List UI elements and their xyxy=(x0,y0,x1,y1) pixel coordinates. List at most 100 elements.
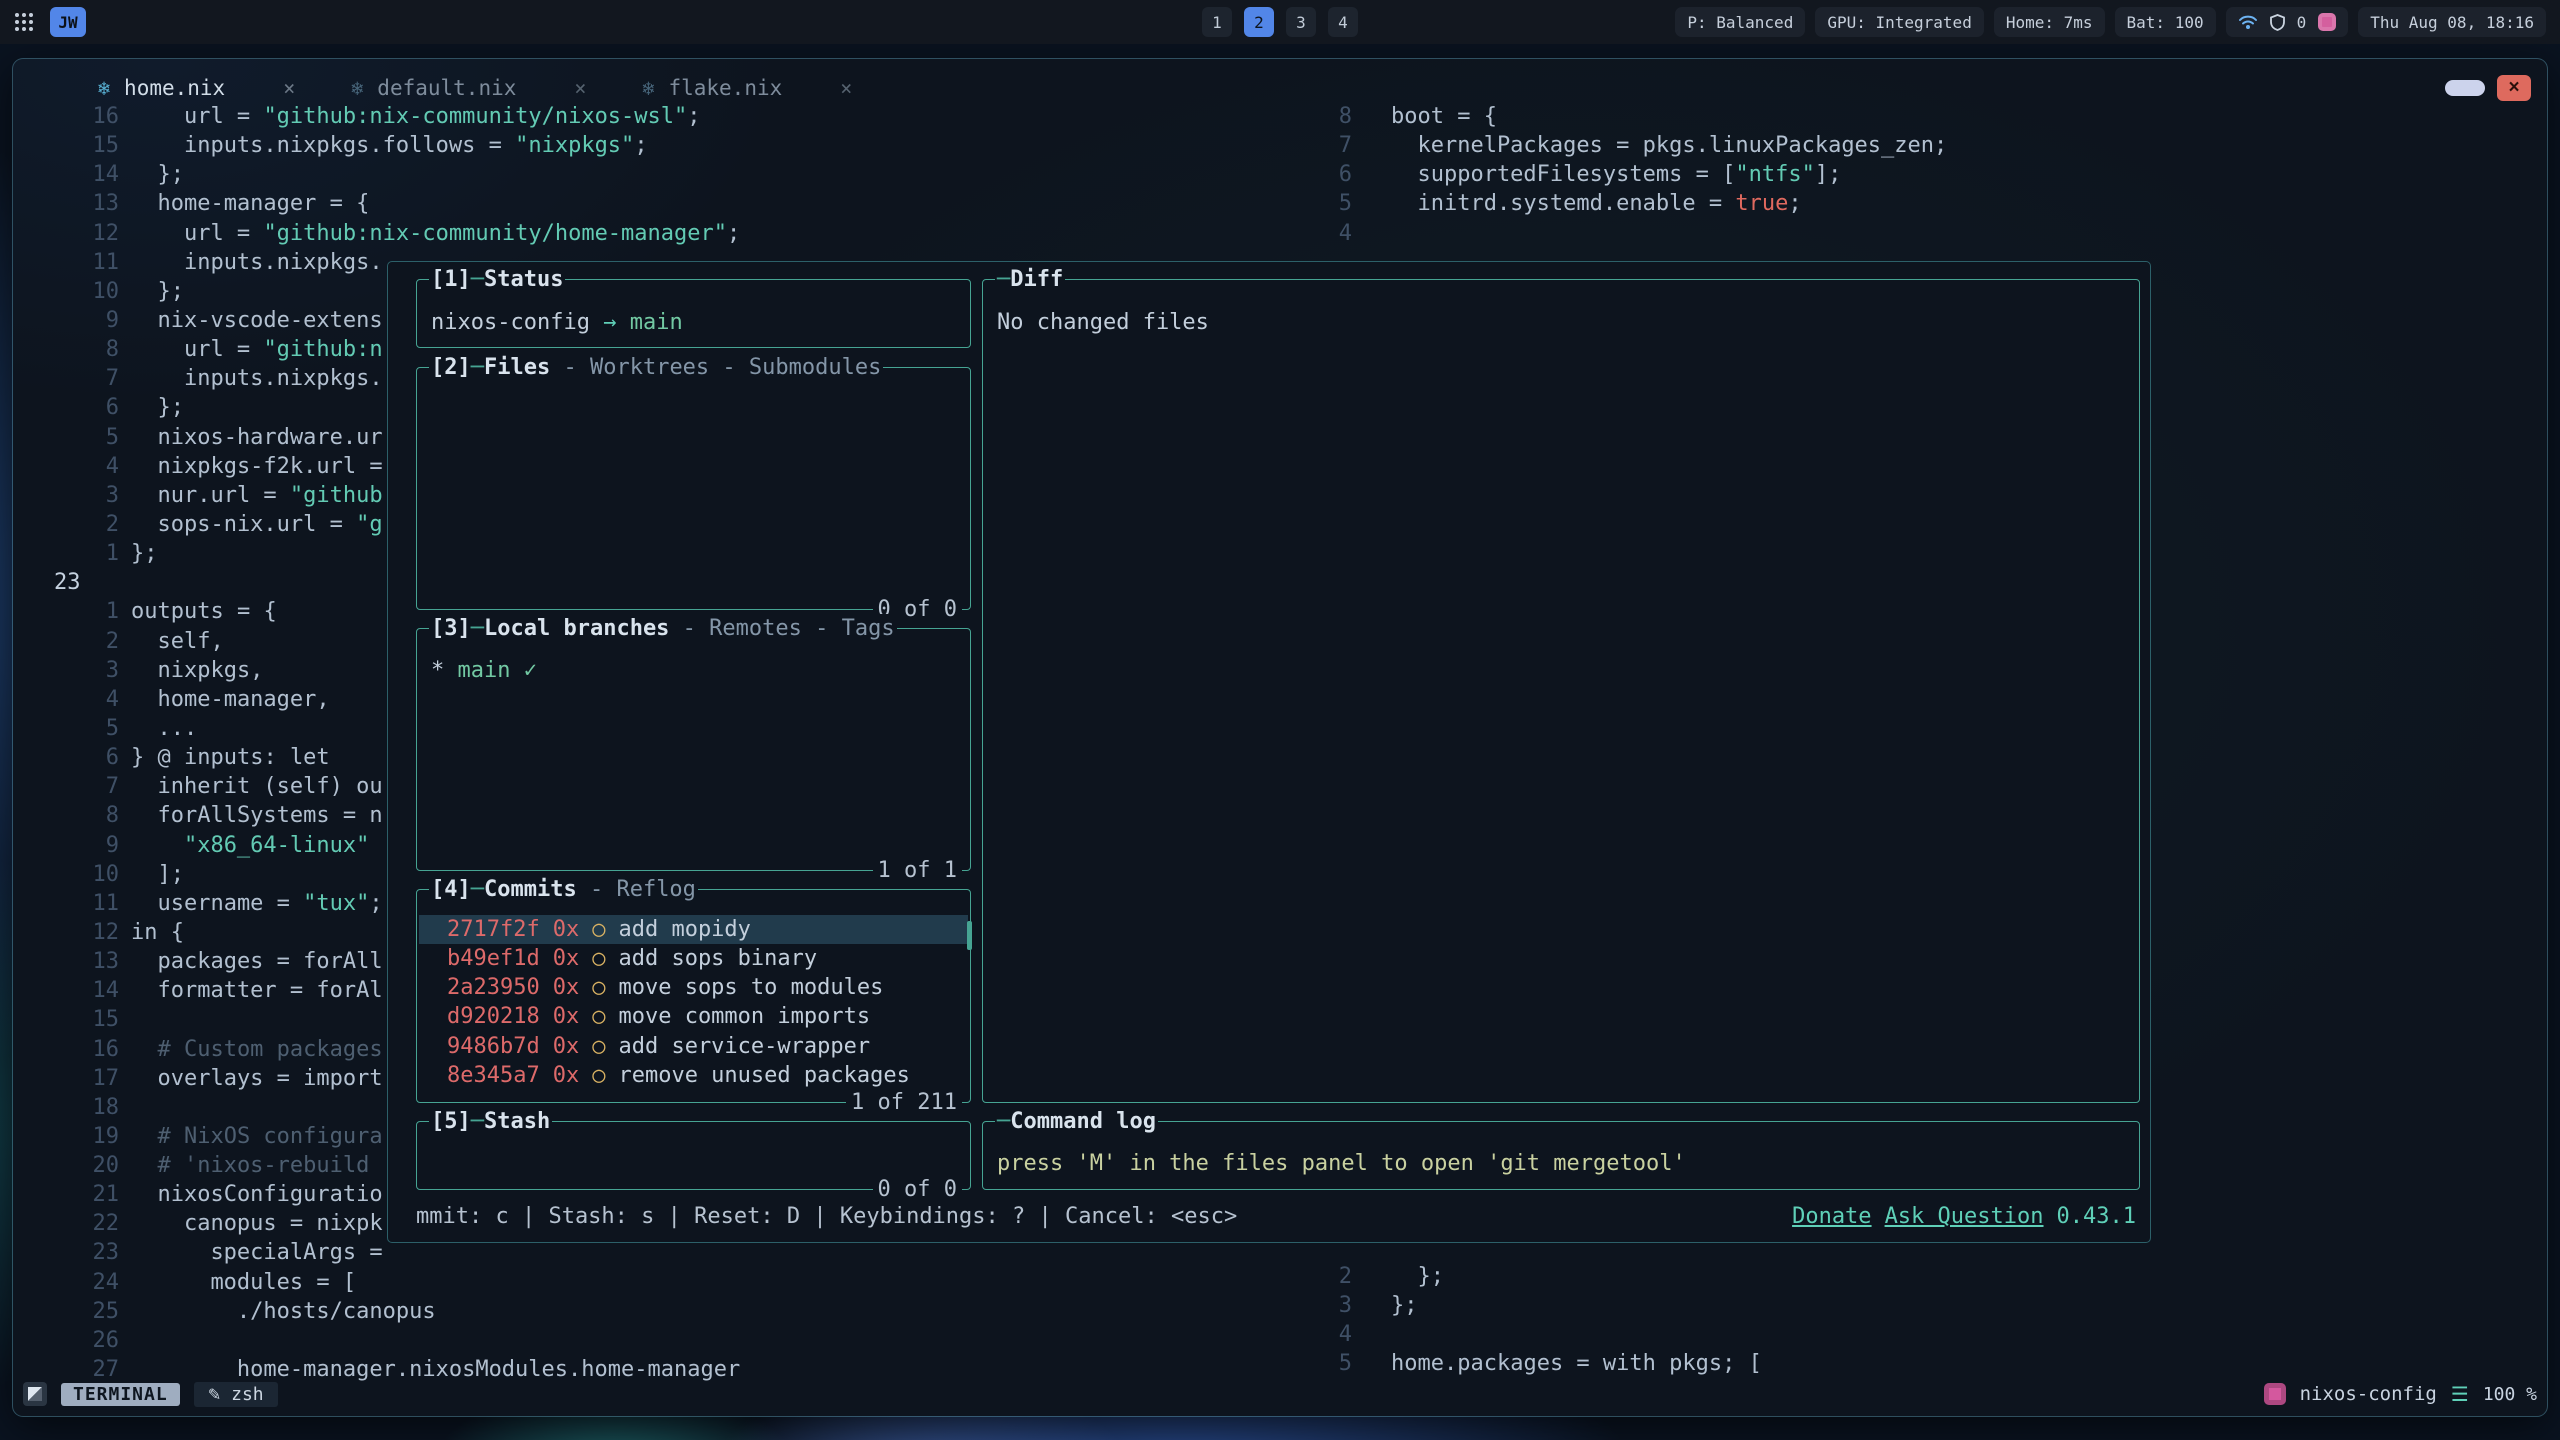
code-line[interactable]: 14}; xyxy=(13,160,1243,189)
workspace-2[interactable]: 2 xyxy=(1244,7,1274,37)
c-msg: remove unused packages xyxy=(618,1061,909,1090)
ask-question-link[interactable]: Ask Question xyxy=(1885,1202,2044,1231)
clock[interactable]: Thu Aug 08, 18:16 xyxy=(2358,7,2546,37)
topbar: JW 1 2 3 4 P: Balanced GPU: Integrated H… xyxy=(0,0,2560,44)
code-line[interactable]: 4 xyxy=(1246,1320,2546,1349)
line-number: 4 xyxy=(1287,219,1352,248)
commit-row[interactable]: 2a239500x○move sops to modules xyxy=(419,973,968,1002)
lazygit-commits-panel[interactable]: [4]─Commits - Reflog 2717f2f0x○add mopid… xyxy=(416,889,971,1103)
lazygit-status-panel[interactable]: [1]─Status nixos-config → main xyxy=(416,279,971,348)
code-line[interactable]: 3}; xyxy=(1246,1291,2546,1320)
pane-tab-zsh[interactable]: ✎ zsh xyxy=(194,1382,278,1407)
c-bullet: ○ xyxy=(592,973,605,1002)
code-text: supportedFilesystems = ["ntfs"]; xyxy=(1391,160,1841,189)
wifi-icon[interactable] xyxy=(2238,14,2258,30)
workspace-1[interactable]: 1 xyxy=(1202,7,1232,37)
code-line[interactable]: 2}; xyxy=(1246,1262,2546,1291)
code-line[interactable]: 13home-manager = { xyxy=(13,189,1243,218)
line-number: 24 xyxy=(54,1268,119,1297)
minimize-button[interactable] xyxy=(2445,80,2485,96)
editor-pane-right-top[interactable]: 8boot = {7kernelPackages = pkgs.linuxPac… xyxy=(1246,102,2546,248)
ping-status[interactable]: Home: 7ms xyxy=(1994,7,2105,37)
session-icon xyxy=(2264,1383,2286,1405)
repo-status-line: nixos-config → main xyxy=(431,308,683,337)
lazygit-files-panel[interactable]: [2]─Files - Worktrees - Submodules 0 of … xyxy=(416,367,971,610)
code-text: home-manager = { xyxy=(131,189,369,218)
diff-content: No changed files xyxy=(997,308,1209,337)
workspace-3[interactable]: 3 xyxy=(1286,7,1316,37)
line-number: 19 xyxy=(54,1122,119,1151)
workspace-4[interactable]: 4 xyxy=(1328,7,1358,37)
logo-badge[interactable]: JW xyxy=(50,7,86,37)
line-number: 5 xyxy=(54,714,119,743)
code-line[interactable]: 15inputs.nixpkgs.follows = "nixpkgs"; xyxy=(13,131,1243,160)
c-bullet: ○ xyxy=(592,944,605,973)
c-hash: 2a23950 xyxy=(447,973,540,1002)
commits-scrollbar[interactable] xyxy=(967,921,972,950)
tab-default-nix[interactable]: ❄ default.nix × xyxy=(351,76,586,100)
code-text: specialArgs = xyxy=(131,1238,383,1267)
code-line[interactable]: 24modules = [ xyxy=(13,1268,1243,1297)
tab-close-icon[interactable]: × xyxy=(283,76,295,100)
code-text: # Custom packages xyxy=(131,1035,383,1064)
line-number: 1 xyxy=(54,597,119,626)
c-bullet: ○ xyxy=(592,1002,605,1031)
commit-row[interactable]: 2717f2f0x○add mopidy xyxy=(419,915,968,944)
code-line[interactable]: 26 xyxy=(13,1326,1243,1355)
code-line[interactable]: 25./hosts/canopus xyxy=(13,1297,1243,1326)
commit-row[interactable]: d9202180x○move common imports xyxy=(419,1002,968,1031)
tab-close-icon[interactable]: × xyxy=(574,76,586,100)
line-number: 2 xyxy=(54,627,119,656)
accent-indicator-icon[interactable] xyxy=(2318,13,2336,31)
code-text: }; xyxy=(131,539,158,568)
line-number: 10 xyxy=(54,277,119,306)
editor-pane-right-bottom[interactable]: 2};3};45home.packages = with pkgs; [ xyxy=(1246,1262,2546,1379)
workspace-switcher: 1 2 3 4 xyxy=(1202,7,1358,37)
code-text: } @ inputs: let xyxy=(131,743,330,772)
topbar-right: P: Balanced GPU: Integrated Home: 7ms Ba… xyxy=(1675,7,2546,37)
code-text: url = "github:nix-community/home-manager… xyxy=(131,219,740,248)
code-text: outputs = { xyxy=(131,597,277,626)
lazygit-branches-panel[interactable]: [3]─Local branches - Remotes - Tags * ma… xyxy=(416,628,971,871)
line-number: 5 xyxy=(1287,1349,1352,1378)
code-text: overlays = import xyxy=(131,1064,383,1093)
session-name[interactable]: nixos-config xyxy=(2300,1383,2437,1405)
line-number: 11 xyxy=(54,889,119,918)
nix-snowflake-icon: ❄ xyxy=(98,76,110,100)
lazygit-diff-panel[interactable]: ─Diff No changed files xyxy=(982,279,2140,1103)
app-launcher-icon[interactable] xyxy=(14,12,34,32)
commit-row[interactable]: 8e345a70x○remove unused packages xyxy=(419,1061,968,1090)
lazygit-floating-window: [1]─Status nixos-config → main [2]─Files… xyxy=(387,261,2151,1243)
c-bullet: ○ xyxy=(592,1032,605,1061)
tab-label: home.nix xyxy=(124,76,225,100)
topbar-left: JW xyxy=(14,7,86,37)
line-number: 7 xyxy=(1287,131,1352,160)
tab-close-icon[interactable]: × xyxy=(840,76,852,100)
tab-label: default.nix xyxy=(377,76,516,100)
code-line[interactable]: 5home.packages = with pkgs; [ xyxy=(1246,1349,2546,1378)
commit-row[interactable]: 9486b7d0x○add service-wrapper xyxy=(419,1032,968,1061)
battery-status[interactable]: Bat: 100 xyxy=(2115,7,2216,37)
gpu-status[interactable]: GPU: Integrated xyxy=(1815,7,1984,37)
code-line[interactable]: 4 xyxy=(1246,219,2546,248)
commit-row[interactable]: b49ef1d0x○add sops binary xyxy=(419,944,968,973)
code-line[interactable]: 5initrd.systemd.enable = true; xyxy=(1246,189,2546,218)
code-text: forAllSystems = n xyxy=(131,801,383,830)
code-line[interactable]: 12url = "github:nix-community/home-manag… xyxy=(13,219,1243,248)
tab-flake-nix[interactable]: ❄ flake.nix × xyxy=(642,76,852,100)
close-button[interactable]: × xyxy=(2497,75,2531,101)
line-number: 21 xyxy=(54,1180,119,1209)
tab-home-nix[interactable]: ❄ home.nix × xyxy=(98,76,295,100)
panel-count: 0 of 0 xyxy=(873,1175,962,1204)
lazygit-stash-panel[interactable]: [5]─Stash 0 of 0 xyxy=(416,1121,971,1190)
lazygit-command-log-panel[interactable]: ─Command log press 'M' in the files pane… xyxy=(982,1121,2140,1190)
code-line[interactable]: 6supportedFilesystems = ["ntfs"]; xyxy=(1246,160,2546,189)
code-text: "x86_64-linux" xyxy=(131,831,369,860)
branch-row[interactable]: * main ✓ xyxy=(431,656,537,685)
code-line[interactable]: 7kernelPackages = pkgs.linuxPackages_zen… xyxy=(1246,131,2546,160)
shield-icon[interactable] xyxy=(2270,14,2285,31)
code-text: url = "github:n xyxy=(131,335,383,364)
donate-link[interactable]: Donate xyxy=(1792,1202,1871,1231)
code-text: }; xyxy=(1391,1262,1444,1291)
power-profile-status[interactable]: P: Balanced xyxy=(1675,7,1805,37)
